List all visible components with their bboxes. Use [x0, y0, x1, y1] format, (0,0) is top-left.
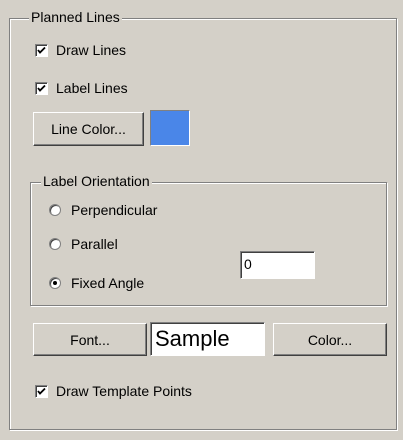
perpendicular-radio-row[interactable]: Perpendicular — [49, 202, 157, 218]
fixed-angle-label: Fixed Angle — [71, 275, 145, 291]
planned-lines-panel: Planned Lines Draw Lines Label Lines Lin… — [0, 0, 404, 440]
line-color-button[interactable]: Line Color... — [33, 112, 144, 146]
font-button[interactable]: Font... — [33, 323, 147, 356]
planned-lines-title: Planned Lines — [29, 9, 122, 25]
font-sample-preview: Sample — [150, 322, 265, 356]
parallel-label: Parallel — [71, 236, 118, 252]
line-color-swatch[interactable] — [150, 110, 190, 146]
draw-template-points-label: Draw Template Points — [56, 383, 192, 399]
checkmark-icon — [37, 84, 46, 92]
label-lines-checkbox-row[interactable]: Label Lines — [35, 80, 128, 96]
parallel-radio-row[interactable]: Parallel — [49, 236, 118, 252]
label-lines-checkbox[interactable] — [35, 81, 48, 95]
label-orientation-title: Label Orientation — [41, 173, 152, 189]
radio-selected-dot — [53, 281, 57, 285]
label-lines-label: Label Lines — [56, 80, 128, 96]
color-button[interactable]: Color... — [273, 323, 387, 356]
draw-template-points-row[interactable]: Draw Template Points — [35, 383, 192, 399]
draw-lines-label: Draw Lines — [56, 42, 127, 58]
checkmark-icon — [37, 387, 46, 395]
draw-template-points-checkbox[interactable] — [35, 384, 48, 398]
checkmark-icon — [37, 46, 46, 54]
perpendicular-radio[interactable] — [49, 204, 61, 216]
fixed-angle-radio[interactable] — [49, 277, 61, 289]
fixed-angle-radio-row[interactable]: Fixed Angle — [49, 275, 144, 291]
draw-lines-checkbox-row[interactable]: Draw Lines — [35, 42, 126, 58]
draw-lines-checkbox[interactable] — [35, 43, 48, 57]
fixed-angle-input[interactable]: 0 — [240, 251, 315, 279]
perpendicular-label: Perpendicular — [71, 202, 158, 218]
parallel-radio[interactable] — [49, 238, 61, 250]
